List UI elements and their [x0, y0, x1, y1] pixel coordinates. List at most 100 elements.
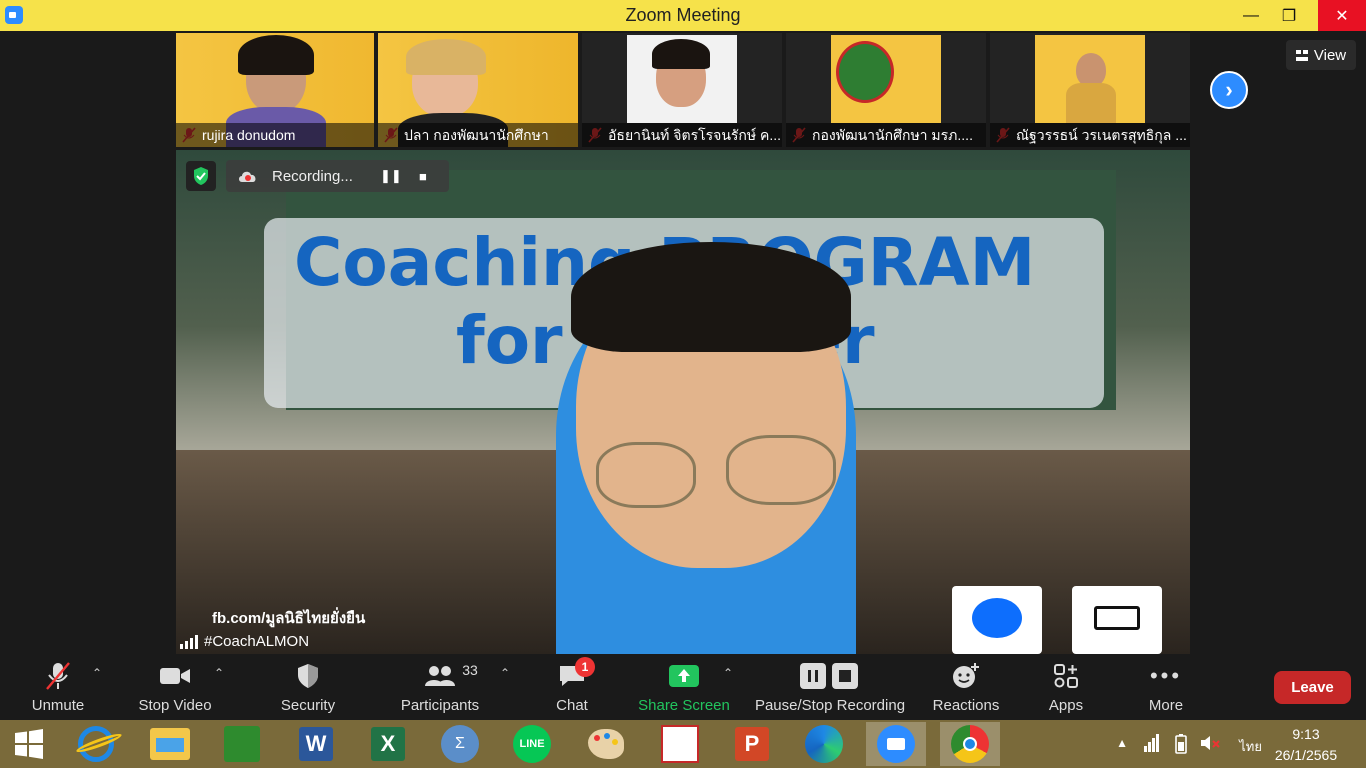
facebook-link-text: fb.com/มูลนิธิไทยยั่งยืน	[212, 610, 366, 627]
speaker-label: #CoachALMON	[180, 633, 309, 650]
participant-tile[interactable]: อัธยานินท์ จิตรโรจนรักษ์ ค...	[582, 33, 782, 147]
smiley-plus-icon	[951, 661, 981, 691]
speaker-glasses-left	[596, 442, 696, 508]
reactions-label: Reactions	[932, 697, 1000, 714]
video-camera-icon	[159, 661, 191, 691]
recording-status: Recording... ❚❚ ■	[186, 160, 449, 192]
speaker-name: #CoachALMON	[204, 633, 310, 650]
chrome-taskbar-icon[interactable]	[940, 722, 1000, 766]
share-screen-button[interactable]: Share Screen	[636, 656, 732, 720]
close-button[interactable]: ✕	[1318, 0, 1366, 31]
unmute-button[interactable]: Unmute	[22, 656, 94, 720]
clock-date[interactable]: 26/1/2565	[1260, 747, 1352, 763]
input-language[interactable]: ไทย	[1239, 736, 1262, 757]
internet-explorer-taskbar-icon[interactable]	[66, 722, 126, 766]
participant-hair	[238, 35, 314, 75]
view-label: View	[1313, 46, 1347, 64]
view-button[interactable]: View	[1286, 40, 1356, 70]
title-bar: Zoom Meeting — ❐ ✕	[0, 0, 1366, 31]
zoom-taskbar-icon[interactable]	[866, 722, 926, 766]
speaker-glasses-right	[726, 435, 836, 505]
share-screen-icon	[668, 661, 700, 691]
participant-body	[1066, 83, 1116, 123]
meeting-toolbar: Unmute ⌃ Stop Video ⌃ Security 33 Partic…	[0, 656, 1366, 720]
excel-taskbar-icon[interactable]: X	[358, 722, 418, 766]
microsoft-store-taskbar-icon[interactable]	[212, 722, 272, 766]
powerpoint-taskbar-icon[interactable]: P	[722, 722, 782, 766]
battery-icon[interactable]	[1172, 734, 1190, 757]
participant-tile[interactable]: ปลา กองพัฒนานักศึกษา	[378, 33, 578, 147]
cloud-recording-icon	[239, 171, 256, 182]
more-button[interactable]: ••• More	[1136, 656, 1196, 720]
share-options-caret[interactable]: ⌃	[723, 666, 733, 680]
participants-label: Participants	[400, 697, 480, 714]
file-explorer-taskbar-icon[interactable]	[140, 722, 200, 766]
encryption-shield-icon	[186, 161, 216, 191]
muted-mic-icon	[44, 661, 72, 691]
participant-hair	[406, 39, 486, 75]
lisrel-taskbar-icon[interactable]	[650, 722, 710, 766]
participant-name: อัธยานินท์ จิตรโรจนรักษ์ ค...	[582, 123, 782, 147]
reactions-button[interactable]: Reactions	[928, 656, 1004, 720]
participant-name: ณัฐวรรธน์ วรเนตรสุทธิกุล ...	[990, 123, 1190, 147]
pause-recording-button[interactable]: ❚❚	[375, 160, 407, 192]
participant-hair	[652, 39, 710, 69]
participants-button[interactable]: 33 Participants	[398, 656, 482, 720]
paint-taskbar-icon[interactable]	[576, 722, 636, 766]
shield-icon	[296, 661, 320, 691]
window-title: Zoom Meeting	[625, 5, 741, 25]
participant-name: rujira donudom	[176, 123, 374, 147]
maximize-button[interactable]: ❐	[1266, 0, 1312, 31]
security-label: Security	[280, 697, 336, 714]
pause-stop-recording-button[interactable]: Pause/Stop Recording	[752, 656, 908, 720]
audio-options-caret[interactable]: ⌃	[92, 666, 102, 680]
unmute-label: Unmute	[31, 697, 85, 714]
participants-icon: 33	[424, 661, 478, 691]
participant-name: กองพัฒนานักศึกษา มรภ....	[786, 123, 986, 147]
chat-badge: 1	[575, 657, 595, 677]
edge-taskbar-icon[interactable]	[794, 722, 854, 766]
chat-button[interactable]: 1 Chat	[542, 656, 602, 720]
chat-label: Chat	[556, 697, 588, 714]
pause-stop-recording-label: Pause/Stop Recording	[754, 697, 906, 714]
speaker-hair	[571, 242, 851, 352]
participant-name: ปลา กองพัฒนานักศึกษา	[378, 123, 578, 147]
participant-tile[interactable]: rujira donudom	[176, 33, 374, 147]
share-screen-label: Share Screen	[638, 697, 730, 714]
more-label: More	[1148, 697, 1184, 714]
volume-muted-icon[interactable]	[1200, 734, 1220, 755]
participant-face	[1076, 53, 1106, 87]
stop-recording-button[interactable]: ■	[407, 160, 439, 192]
participant-tile[interactable]: กองพัฒนานักศึกษา มรภ....	[786, 33, 986, 147]
university-logo	[836, 41, 894, 103]
participants-count: 33	[462, 662, 478, 678]
signal-strength-icon	[180, 634, 198, 649]
recording-pill: Recording... ❚❚ ■	[226, 160, 449, 192]
security-button[interactable]: Security	[268, 656, 348, 720]
math-input-taskbar-icon[interactable]: Σ	[430, 722, 490, 766]
stop-video-label: Stop Video	[138, 697, 212, 714]
stop-video-button[interactable]: Stop Video	[132, 656, 218, 720]
windows-logo-icon	[15, 729, 43, 759]
apps-button[interactable]: Apps	[1036, 656, 1096, 720]
gamelab-logo	[1072, 586, 1162, 654]
start-button[interactable]	[0, 722, 58, 766]
video-options-caret[interactable]: ⌃	[214, 666, 224, 680]
next-page-button[interactable]: ›	[1210, 71, 1248, 109]
show-hidden-icons-button[interactable]: ▲	[1116, 736, 1128, 750]
apps-label: Apps	[1048, 697, 1084, 714]
foundation-logo	[952, 586, 1042, 654]
participant-tile[interactable]: ณัฐวรรธน์ วรเนตรสุทธิกุล ...	[990, 33, 1190, 147]
participants-options-caret[interactable]: ⌃	[500, 666, 510, 680]
grid-icon	[1295, 49, 1308, 61]
clock-time[interactable]: 9:13	[1266, 726, 1346, 742]
pause-stop-icons	[799, 661, 861, 691]
leave-button[interactable]: Leave	[1274, 671, 1351, 704]
recording-label: Recording...	[272, 167, 353, 185]
chat-bubble-icon: 1	[558, 657, 595, 691]
line-taskbar-icon[interactable]: LINE	[502, 722, 562, 766]
windows-taskbar: W X Σ LINE P ▲ ไทย 9:13 26/1/2565	[0, 720, 1366, 768]
meeting-stage: rujira donudom ปลา กองพัฒนานักศึกษา อัธย…	[0, 31, 1366, 656]
network-icon[interactable]	[1144, 734, 1160, 755]
word-taskbar-icon[interactable]: W	[286, 722, 346, 766]
